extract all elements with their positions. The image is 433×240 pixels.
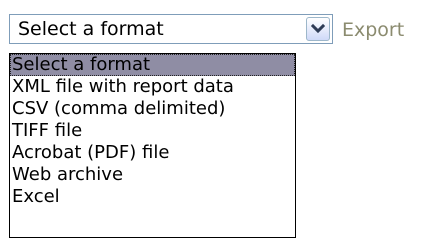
format-option-tiff[interactable]: TIFF file [10,120,295,142]
format-dropdown-button[interactable] [306,17,330,41]
format-select-value: Select a format [18,18,164,40]
format-option-xml[interactable]: XML file with report data [10,76,295,98]
format-option-select-a-format[interactable]: Select a format [10,54,295,76]
format-option-web-archive[interactable]: Web archive [10,164,295,186]
format-option-csv[interactable]: CSV (comma delimited) [10,98,295,120]
export-button[interactable]: Export [342,16,404,44]
format-option-list: Select a format XML file with report dat… [9,53,296,238]
format-select[interactable]: Select a format [9,14,333,44]
chevron-down-icon [311,23,325,34]
format-option-pdf[interactable]: Acrobat (PDF) file [10,142,295,164]
format-option-excel[interactable]: Excel [10,186,295,208]
